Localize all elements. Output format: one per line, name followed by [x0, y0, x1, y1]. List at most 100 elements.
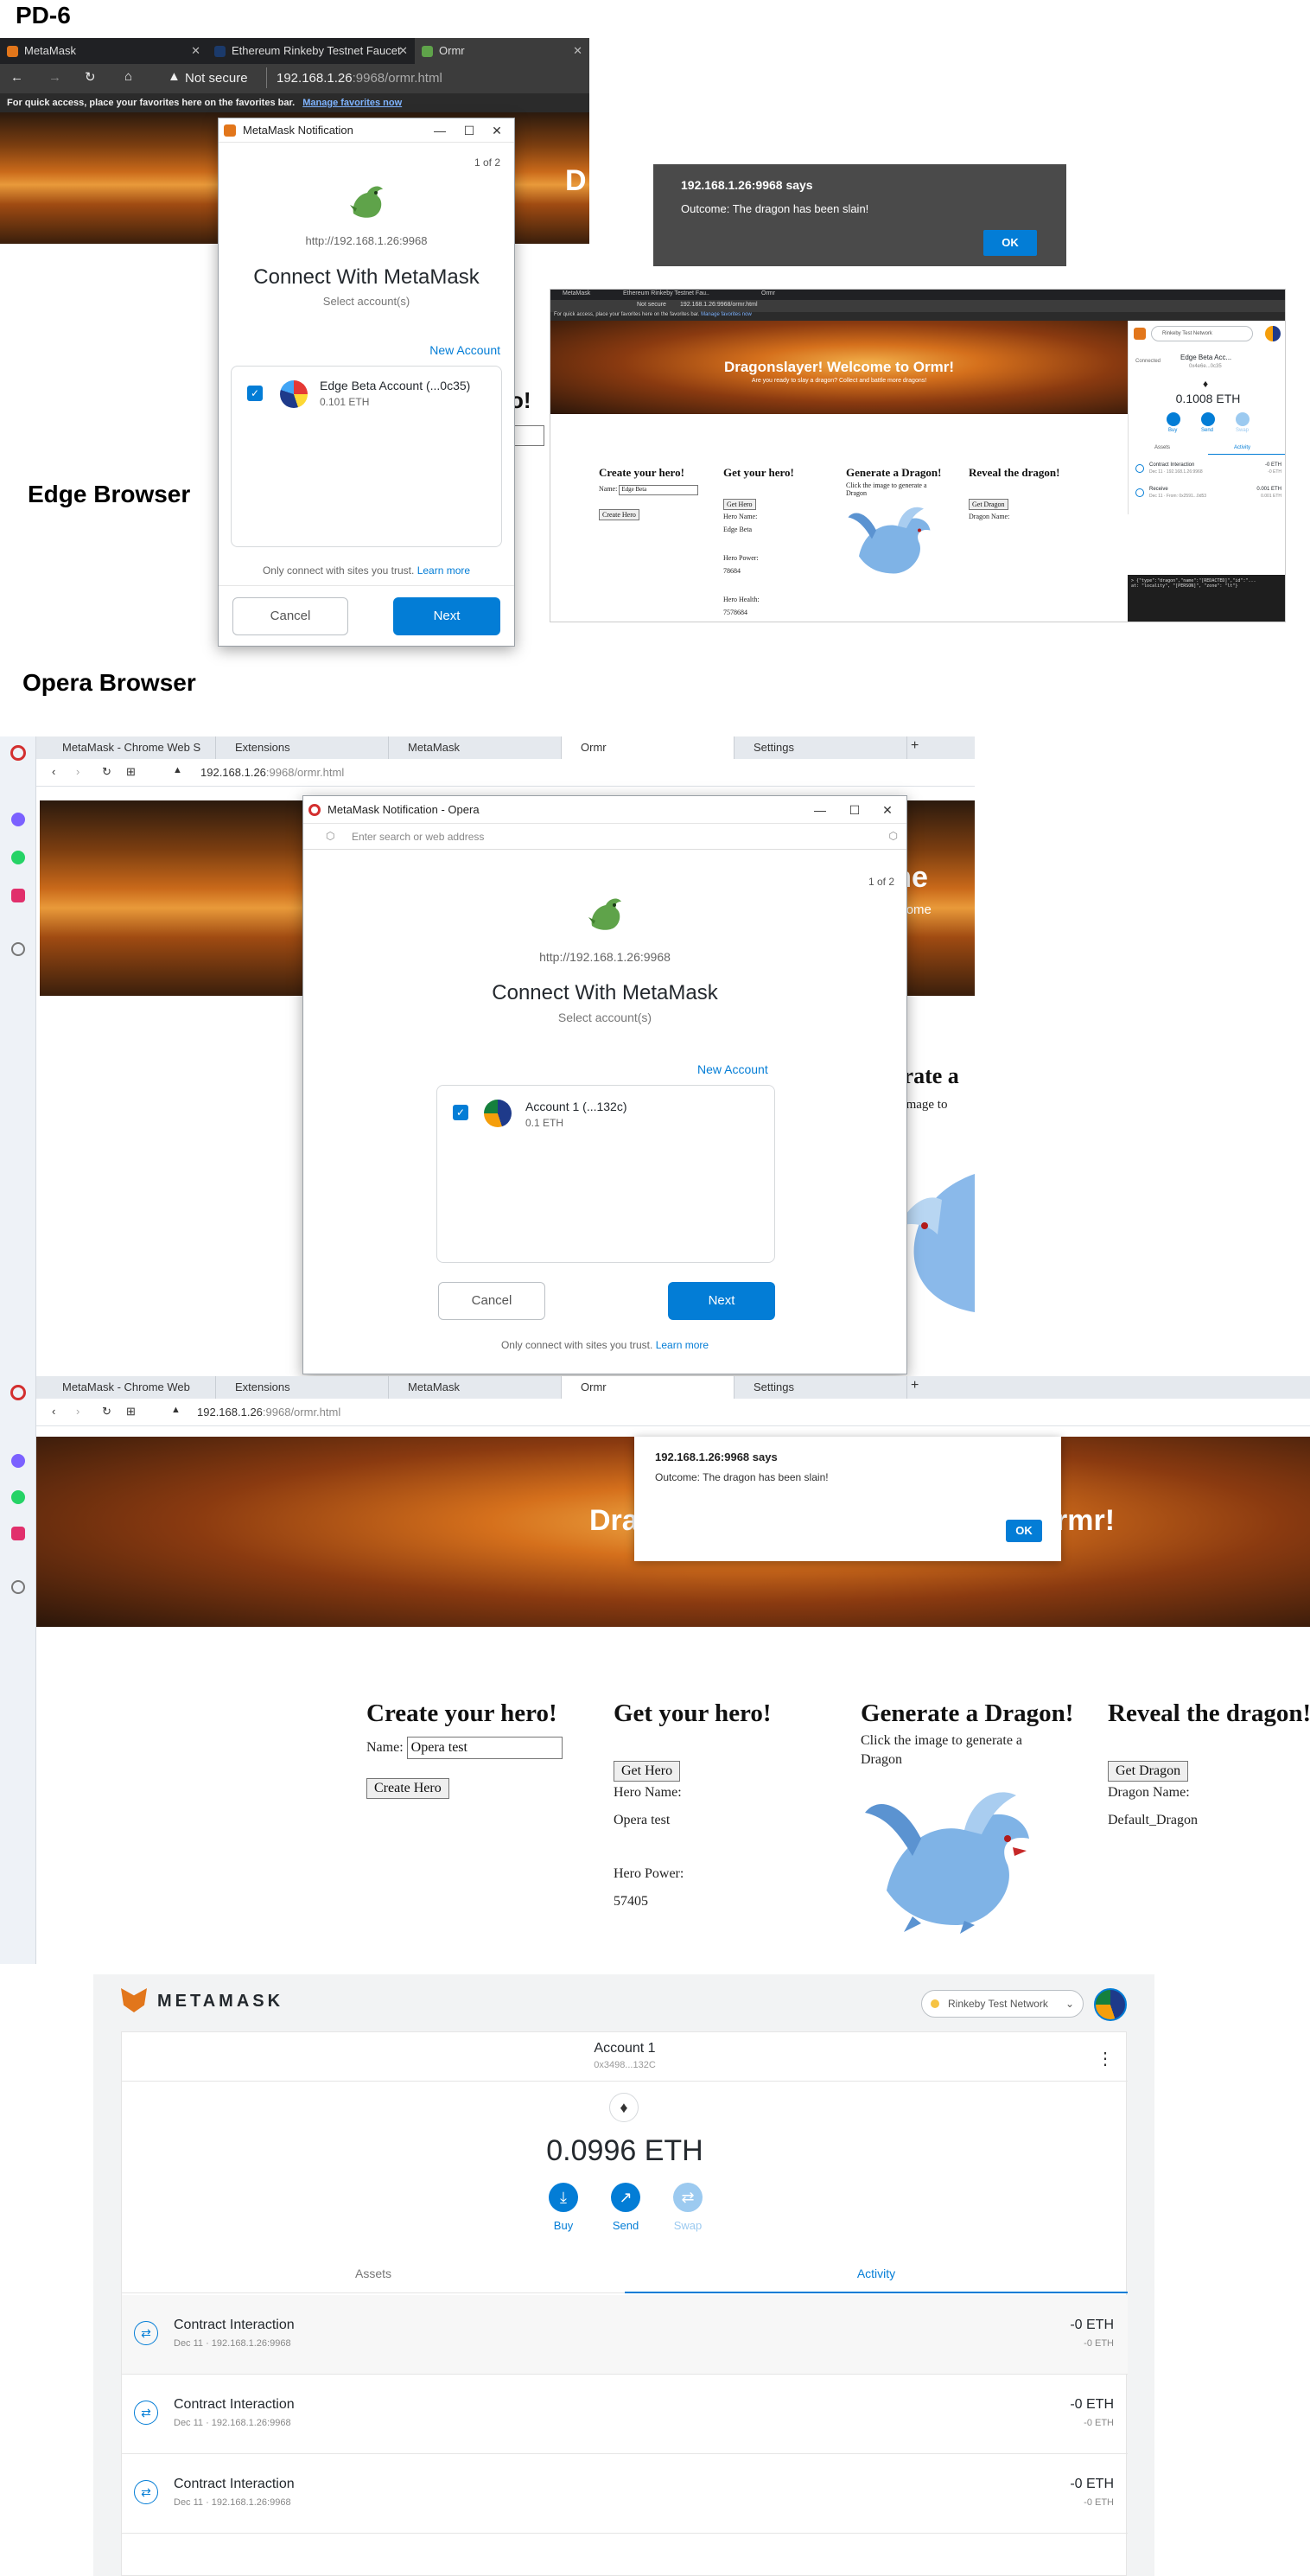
refresh-icon[interactable]: ↻	[102, 765, 111, 779]
close-icon[interactable]: ✕	[874, 796, 901, 824]
small-create-hero-button[interactable]: Create Hero	[599, 509, 639, 520]
small-tx2-title[interactable]: Receive	[1149, 487, 1168, 492]
small-tx1-title[interactable]: Contract Interaction	[1149, 462, 1194, 468]
forward-arrow-icon[interactable]: ›	[76, 1405, 79, 1418]
account-checkbox[interactable]: ✓	[453, 1105, 468, 1120]
edge-tab-faucet[interactable]: Ethereum Rinkeby Testnet Faucet ✕	[207, 38, 415, 64]
settings-icon[interactable]: ⬡	[889, 830, 898, 842]
new-tab-icon[interactable]: +	[911, 1378, 919, 1393]
minimize-icon[interactable]: —	[806, 796, 834, 824]
new-account-link[interactable]: New Account	[429, 343, 500, 357]
instagram-icon[interactable]	[11, 1527, 25, 1540]
small-activity-tab[interactable]: Activity	[1234, 445, 1250, 450]
name-input[interactable]: Opera test	[406, 1737, 563, 1759]
small-account-avatar[interactable]	[1265, 326, 1281, 341]
swap-label[interactable]: Swap	[666, 2219, 709, 2232]
send-label[interactable]: Send	[604, 2219, 647, 2232]
url-text[interactable]: 192.168.1.26:9968/ormr.html	[197, 1406, 340, 1419]
small-assets-tab[interactable]: Assets	[1154, 445, 1170, 450]
messenger-icon[interactable]	[11, 1454, 25, 1468]
tab-activity[interactable]: Activity	[625, 2254, 1128, 2293]
opera-tab-webstore[interactable]: MetaMask - Chrome Web S	[43, 736, 216, 759]
opera-logo-icon[interactable]	[10, 1385, 26, 1400]
small-account-name[interactable]: Edge Beta Acc...	[1180, 354, 1231, 361]
kebab-menu-icon[interactable]: ⋮	[1097, 2048, 1114, 2069]
account-name[interactable]: Account 1	[122, 2041, 1128, 2056]
whatsapp-icon[interactable]	[11, 1490, 25, 1504]
small-send-icon[interactable]	[1201, 412, 1215, 426]
buy-icon[interactable]: ⤓	[549, 2183, 578, 2212]
small-connected-status[interactable]: Connected	[1135, 359, 1161, 364]
opera-tab-extensions[interactable]: Extensions	[216, 1376, 389, 1399]
account-address[interactable]: 0x3498...132C	[122, 2060, 1128, 2070]
close-icon[interactable]: ✕	[191, 38, 200, 64]
manage-favorites-link[interactable]: Manage favorites now	[302, 98, 402, 108]
activity-row[interactable]: ⇄ Contract Interaction Dec 11 · 192.168.…	[122, 2295, 1128, 2375]
minimize-icon[interactable]: —	[426, 118, 454, 143]
forward-arrow-icon[interactable]: ›	[76, 765, 79, 778]
not-secure-label[interactable]: Not secure	[185, 71, 248, 86]
edge-tab-metamask[interactable]: MetaMask ✕	[0, 38, 207, 64]
buy-label[interactable]: Buy	[542, 2219, 585, 2232]
small-tab-metamask[interactable]: MetaMask	[563, 290, 590, 296]
refresh-icon[interactable]: ↻	[102, 1405, 111, 1419]
small-get-dragon-button[interactable]: Get Dragon	[969, 499, 1008, 510]
url-text[interactable]: 192.168.1.26:9968/ormr.html	[277, 71, 442, 86]
new-account-link[interactable]: New Account	[697, 1062, 768, 1076]
back-arrow-icon[interactable]: ‹	[52, 765, 55, 778]
swap-icon[interactable]: ⇄	[673, 2183, 703, 2212]
alert-ok-button[interactable]: OK	[1006, 1520, 1042, 1542]
player-icon[interactable]	[11, 942, 25, 956]
instagram-icon[interactable]	[11, 889, 25, 902]
maximize-icon[interactable]: ☐	[841, 796, 868, 824]
network-selector[interactable]: Rinkeby Test Network ⌄	[921, 1990, 1084, 2018]
url-text[interactable]: 192.168.1.26:9968/ormr.html	[200, 766, 344, 779]
opera-tab-metamask[interactable]: MetaMask	[389, 1376, 562, 1399]
maximize-icon[interactable]: ☐	[455, 118, 483, 143]
opera-logo-icon[interactable]	[10, 745, 26, 761]
small-swap-icon[interactable]	[1236, 412, 1250, 426]
refresh-icon[interactable]: ↻	[85, 69, 96, 85]
send-icon[interactable]: ↗	[611, 2183, 640, 2212]
close-icon[interactable]: ✕	[398, 38, 408, 64]
learn-more-link[interactable]: Learn more	[656, 1339, 709, 1351]
messenger-icon[interactable]	[11, 813, 25, 826]
get-dragon-button[interactable]: Get Dragon	[1108, 1761, 1189, 1782]
create-hero-button[interactable]: Create Hero	[366, 1778, 449, 1799]
small-name-input[interactable]: Edge Beta	[619, 485, 699, 495]
player-icon[interactable]	[11, 1580, 25, 1594]
back-arrow-icon[interactable]: ‹	[52, 1405, 55, 1418]
tab-assets[interactable]: Assets	[122, 2254, 625, 2293]
small-favorites-link[interactable]: Manage favorites now	[701, 312, 752, 317]
small-network-selector[interactable]: Rinkeby Test Network	[1151, 326, 1253, 341]
get-hero-button[interactable]: Get Hero	[614, 1761, 681, 1782]
learn-more-link[interactable]: Learn more	[417, 564, 470, 577]
dragon-image[interactable]	[861, 1787, 1033, 1934]
small-get-hero-button[interactable]: Get Hero	[723, 499, 756, 510]
small-dragon-image[interactable]	[846, 504, 932, 578]
home-icon[interactable]: ⌂	[124, 69, 132, 84]
small-tab-ormr[interactable]: Ormr	[761, 290, 775, 296]
opera-tab-ormr[interactable]: Ormr	[562, 1376, 734, 1399]
grid-icon[interactable]: ⊞	[126, 765, 136, 779]
cancel-button[interactable]: Cancel	[232, 597, 348, 635]
name-input-fragment[interactable]	[510, 425, 544, 446]
close-icon[interactable]: ✕	[573, 38, 582, 64]
edge-tab-ormr[interactable]: Ormr ✕	[415, 38, 589, 64]
small-buy-icon[interactable]	[1167, 412, 1180, 426]
grid-icon[interactable]: ⊞	[126, 1405, 136, 1419]
opera-tab-metamask[interactable]: MetaMask	[389, 736, 562, 759]
alert-ok-button[interactable]: OK	[983, 230, 1037, 256]
small-url[interactable]: 192.168.1.26:9968/ormr.html	[680, 302, 758, 308]
next-button[interactable]: Next	[668, 1282, 775, 1320]
back-arrow-icon[interactable]: ←	[10, 70, 23, 85]
activity-row[interactable]: ⇄ Contract Interaction Dec 11 · 192.168.…	[122, 2375, 1128, 2454]
small-tab-faucet[interactable]: Ethereum Rinkeby Testnet Fau..	[623, 290, 709, 296]
new-tab-icon[interactable]: +	[911, 738, 919, 754]
whatsapp-icon[interactable]	[11, 851, 25, 864]
activity-row[interactable]: ⇄ Contract Interaction Dec 11 · 192.168.…	[122, 2454, 1128, 2534]
opera-tab-webstore[interactable]: MetaMask - Chrome Web	[43, 1376, 216, 1399]
opera-tab-settings[interactable]: Settings	[734, 736, 907, 759]
next-button[interactable]: Next	[393, 597, 500, 635]
cancel-button[interactable]: Cancel	[438, 1282, 545, 1320]
